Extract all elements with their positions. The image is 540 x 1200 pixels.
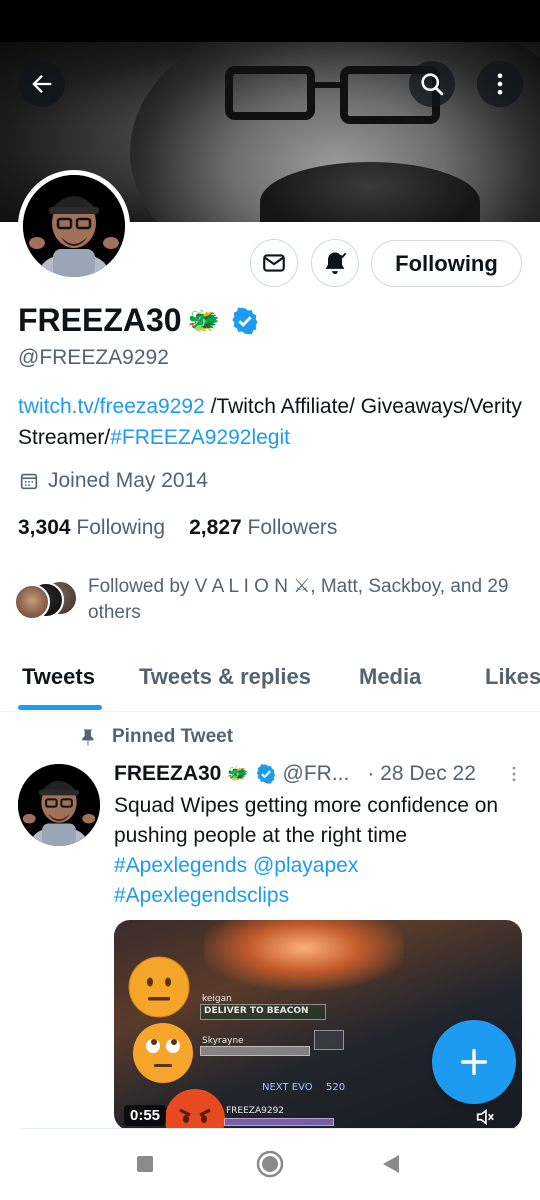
video-glow — [204, 920, 404, 990]
tweet-hashtag-1[interactable]: #Apexlegends — [114, 854, 247, 877]
hud-player-2: Skyrayne — [202, 1036, 244, 1046]
neutral-face-emoji — [128, 956, 190, 1018]
followers-label: Followers — [247, 516, 338, 539]
eye-roll-emoji — [133, 1023, 193, 1083]
tab-likes[interactable]: Likes — [485, 664, 540, 690]
active-tab-indicator — [18, 705, 102, 710]
joined-text: Joined May 2014 — [48, 469, 208, 492]
mail-icon — [263, 254, 285, 272]
tweet-hashtag-2[interactable]: #Apexlegendsclips — [114, 884, 289, 907]
mutual-avatars — [14, 580, 78, 620]
more-vertical-icon[interactable] — [504, 763, 524, 785]
profile-tabs: Tweets Tweets & replies Media Likes — [0, 650, 540, 712]
notifications-button[interactable] — [311, 239, 359, 287]
profile-handle: @FREEZA9292 — [18, 346, 169, 369]
tab-tweets-replies[interactable]: Tweets & replies — [139, 664, 311, 690]
follow-counts: 3,304 Following 2,827 Followers — [18, 516, 337, 540]
bell-check-icon — [325, 252, 347, 275]
triangle-back-icon — [383, 1155, 399, 1173]
profile-bio: twitch.tv/freeza9292 /Twitch Affiliate/ … — [18, 391, 528, 453]
following-label: Following — [76, 516, 166, 539]
followed-by-row[interactable]: Followed by V A L I O N ⚔, Matt, Sackboy… — [14, 574, 524, 626]
followers-count: 2,827 — [189, 516, 242, 539]
pin-icon — [82, 729, 94, 747]
following-count: 3,304 — [18, 516, 71, 539]
status-bar — [0, 0, 540, 42]
tab-media[interactable]: Media — [359, 664, 421, 690]
profile-display-name: FREEZA30 — [18, 302, 182, 338]
search-button[interactable] — [409, 61, 455, 107]
followed-by-text: Followed by V A L I O N ⚔, Matt, Sackboy… — [88, 576, 509, 623]
bio-hashtag[interactable]: #FREEZA9292legit — [110, 426, 290, 449]
banner-glasses-left — [225, 66, 315, 120]
hud-chat-badge — [314, 1030, 344, 1050]
circle-home-icon — [256, 1150, 284, 1178]
square-icon — [137, 1156, 153, 1172]
tweet-name-emoji: 🐲 — [227, 764, 249, 783]
compose-tweet-button[interactable] — [432, 1020, 516, 1104]
tweet-text: Squad Wipes getting more confidence on p… — [114, 794, 499, 847]
joined-date: Joined May 2014 — [18, 469, 208, 493]
followers-count-link[interactable]: 2,827 Followers — [189, 516, 337, 540]
message-button[interactable] — [250, 239, 298, 287]
hud-evo-value: 520 — [326, 1082, 346, 1093]
hud-objective: DELIVER TO BEACON — [204, 1006, 309, 1016]
tweet-header: FREEZA30 🐲 @FR... · 28 Dec 22 — [114, 762, 524, 786]
tweet-avatar[interactable] — [18, 764, 100, 846]
tweet-body: Squad Wipes getting more confidence on p… — [114, 791, 529, 911]
arrow-left-icon — [32, 75, 52, 93]
profile-name-row: FREEZA30 🐲 — [18, 302, 260, 339]
avatar-illustration — [18, 764, 100, 846]
hud-player-1: keigan — [202, 994, 232, 1004]
home-button[interactable] — [248, 1144, 292, 1184]
pinned-label-row: Pinned Tweet — [78, 726, 233, 748]
verified-badge-icon — [256, 764, 275, 784]
back-nav-button[interactable] — [369, 1144, 413, 1184]
speaker-muted-icon[interactable] — [474, 1106, 496, 1128]
tweet-handle: @FR... — [282, 762, 350, 785]
plus-icon — [460, 1048, 488, 1076]
profile-avatar[interactable] — [18, 170, 130, 282]
bio-link[interactable]: twitch.tv/freeza9292 — [18, 395, 205, 418]
tweet-date: · 28 Dec 22 — [367, 762, 476, 785]
tweet-mention[interactable]: @playapex — [253, 854, 358, 877]
more-vertical-icon — [497, 73, 503, 95]
following-count-link[interactable]: 3,304 Following — [18, 516, 165, 540]
hud-health-bar — [200, 1046, 310, 1056]
tweet-user-name[interactable]: FREEZA30 — [114, 762, 221, 786]
avatar-illustration — [23, 175, 125, 277]
nav-divider — [22, 1128, 518, 1129]
system-navigation-bar — [0, 1128, 540, 1200]
hud-player-3: FREEZA9292 — [226, 1106, 285, 1116]
back-button[interactable] — [19, 61, 65, 107]
calendar-icon — [20, 473, 38, 490]
verified-badge-icon — [232, 307, 258, 334]
hud-shield-bar — [224, 1118, 334, 1126]
search-icon — [421, 73, 444, 96]
recents-button[interactable] — [123, 1144, 167, 1184]
banner-glasses-bridge — [312, 82, 342, 88]
following-button[interactable]: Following — [371, 240, 522, 287]
angry-face-emoji — [165, 1089, 225, 1130]
hud-next-evo: NEXT EVO — [262, 1082, 313, 1093]
more-options-button[interactable] — [477, 61, 523, 107]
dragon-emoji: 🐲 — [187, 305, 220, 335]
mutual-avatar-1 — [14, 584, 50, 620]
video-duration: 0:55 — [124, 1105, 167, 1126]
pinned-label: Pinned Tweet — [112, 726, 234, 747]
tab-tweets[interactable]: Tweets — [22, 664, 95, 690]
